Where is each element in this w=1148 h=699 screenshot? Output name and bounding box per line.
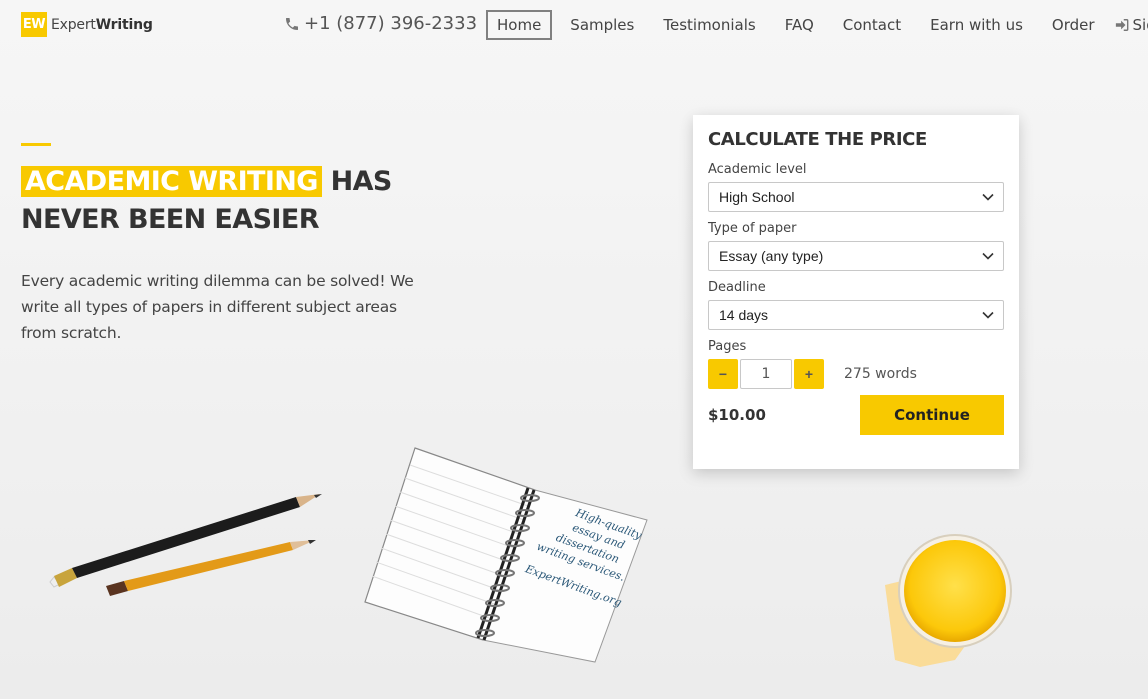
main-nav: Home Samples Testimonials FAQ Contact Ea… [486, 10, 1148, 40]
deadline-value: 14 days [719, 307, 769, 323]
phone-number: +1 (877) 396-2333 [304, 13, 478, 34]
pages-input[interactable] [740, 359, 792, 389]
paper-type-label: Type of paper [708, 221, 797, 236]
pages-label: Pages [708, 339, 747, 354]
nav-faq[interactable]: FAQ [774, 10, 825, 40]
nav-home[interactable]: Home [486, 10, 553, 40]
nav-contact[interactable]: Contact [832, 10, 912, 40]
sign-in-label: Sign In [1132, 16, 1148, 34]
nav-earn-with-us[interactable]: Earn with us [919, 10, 1034, 40]
chevron-down-icon [982, 193, 994, 201]
phone-icon [286, 17, 298, 30]
price-calculator: CALCULATE THE PRICE Academic level High … [693, 115, 1019, 469]
academic-level-label: Academic level [708, 162, 807, 177]
academic-level-value: High School [719, 189, 795, 205]
calculator-title: CALCULATE THE PRICE [708, 129, 927, 150]
hero-title-highlight: ACADEMIC WRITING [21, 166, 322, 197]
logo-text-bold: Writing [95, 16, 153, 33]
increase-pages-button[interactable]: + [794, 359, 824, 389]
pencils-illustration [49, 494, 322, 596]
word-count: 275 words [844, 366, 917, 382]
sign-in-link[interactable]: Sign In [1113, 10, 1148, 40]
accent-bar [21, 143, 51, 146]
pages-stepper: − + 275 words [708, 359, 1004, 389]
paper-type-select[interactable]: Essay (any type) [708, 241, 1004, 271]
chevron-down-icon [982, 311, 994, 319]
continue-button[interactable]: Continue [860, 395, 1004, 435]
nav-samples[interactable]: Samples [559, 10, 645, 40]
logo-text: ExpertWriting [51, 17, 153, 33]
logo-text-light: Expert [51, 16, 96, 33]
nav-testimonials[interactable]: Testimonials [652, 10, 766, 40]
deadline-select[interactable]: 14 days [708, 300, 1004, 330]
phone-link[interactable]: +1 (877) 396-2333 [284, 13, 477, 34]
total-price: $10.00 [708, 406, 766, 424]
juice-glass-illustration [885, 534, 1012, 667]
decrease-pages-button[interactable]: − [708, 359, 738, 389]
hero-description: Every academic writing dilemma can be so… [21, 272, 414, 342]
paper-type-value: Essay (any type) [719, 248, 824, 264]
deadline-label: Deadline [708, 280, 766, 295]
hero-title-line2: NEVER BEEN EASIER [21, 204, 320, 235]
sign-in-icon [1115, 19, 1128, 31]
site-header: EW ExpertWriting +1 (877) 396-2333 Home … [0, 0, 1148, 50]
price-row: $10.00 Continue [708, 395, 1004, 435]
logo-badge: EW [21, 12, 47, 37]
hero-title-rest: HAS [321, 166, 393, 197]
logo[interactable]: EW ExpertWriting [21, 12, 153, 37]
notebook-illustration: High-quality essay and dissertation writ… [364, 447, 648, 663]
hero-title: ACADEMIC WRITING HAS NEVER BEEN EASIER [21, 163, 441, 239]
chevron-down-icon [982, 252, 994, 260]
academic-level-select[interactable]: High School [708, 182, 1004, 212]
nav-order[interactable]: Order [1041, 10, 1106, 40]
